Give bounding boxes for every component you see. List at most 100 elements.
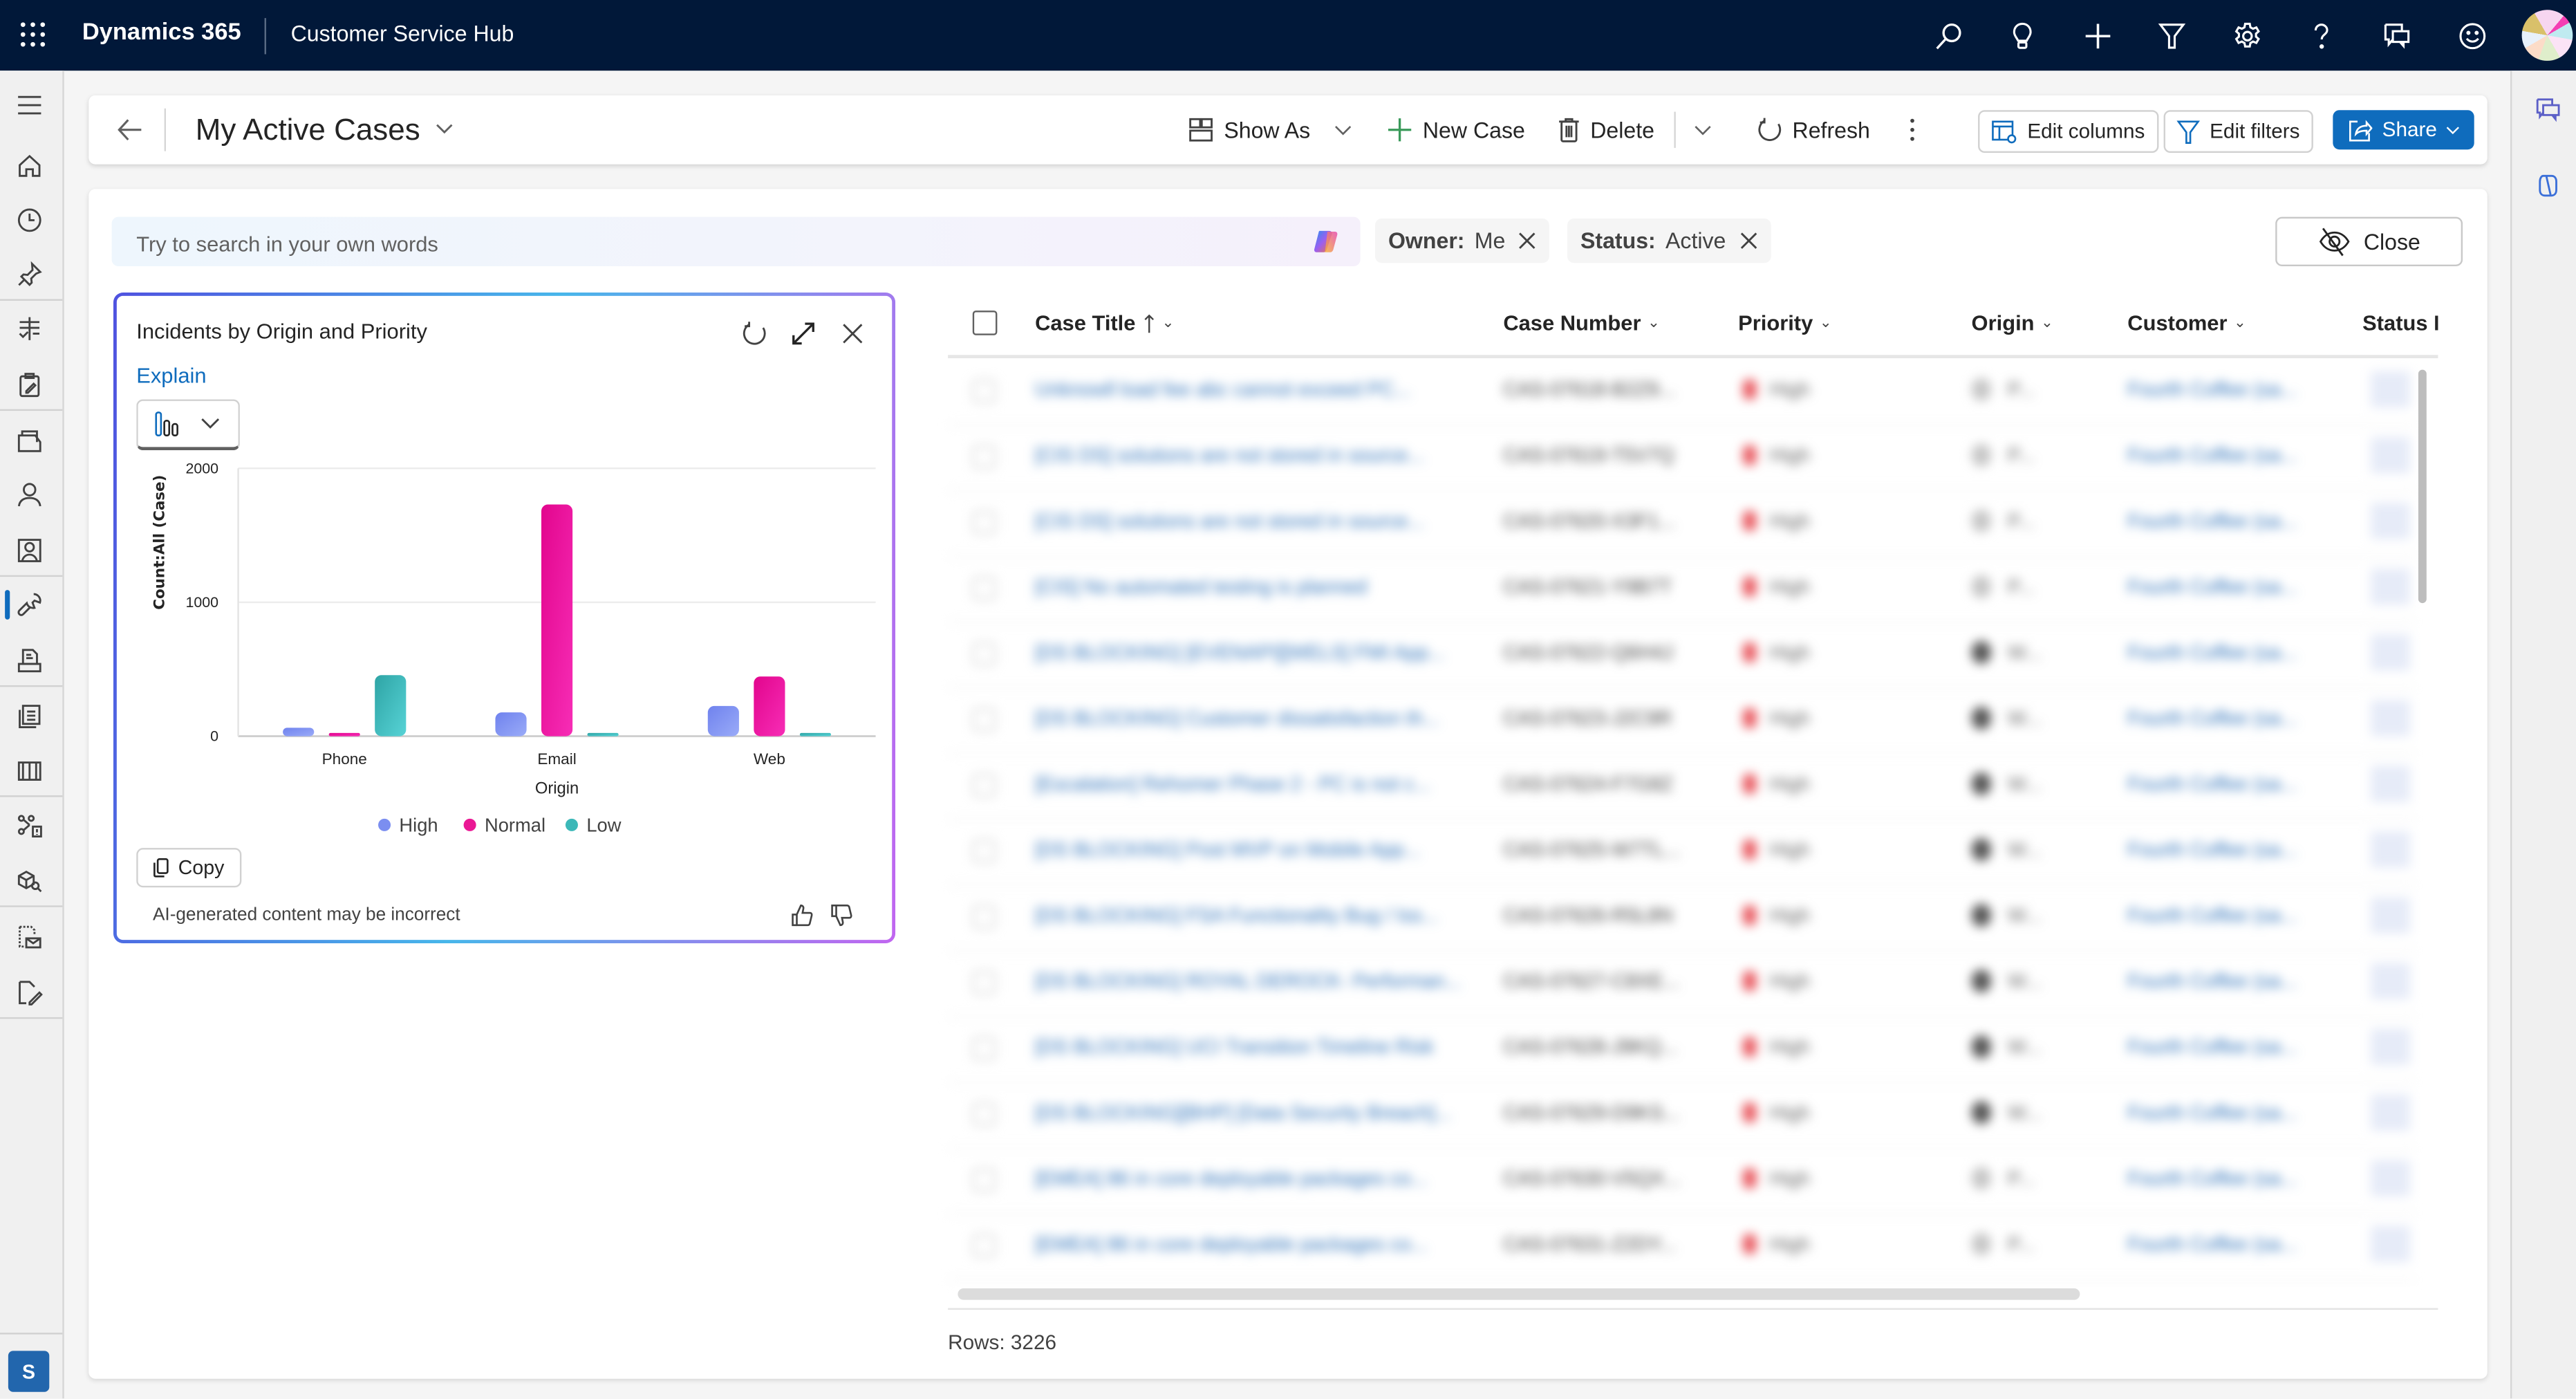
help-icon[interactable]: [2304, 18, 2340, 54]
inbox-icon[interactable]: [15, 646, 44, 676]
customer-link[interactable]: Fourth Coffee (sa...: [2127, 1167, 2297, 1189]
bar-phone-high[interactable]: [283, 728, 315, 736]
documents-icon[interactable]: [15, 702, 44, 732]
copy-button[interactable]: Copy: [136, 848, 242, 888]
row-checkbox[interactable]: [972, 905, 996, 929]
app-launcher-icon[interactable]: [20, 21, 46, 48]
select-all-checkbox[interactable]: [972, 311, 998, 335]
row-checkbox[interactable]: [972, 708, 996, 732]
edit-filters-button[interactable]: Edit filters: [2163, 110, 2313, 153]
case-title-link[interactable]: [DS BLOCKING] Post MVP on Mobile App...: [1035, 838, 1420, 861]
bar-phone-normal[interactable]: [328, 732, 360, 736]
customer-link[interactable]: Fourth Coffee (sa...: [2127, 444, 2297, 467]
row-checkbox[interactable]: [972, 840, 996, 863]
close-visualization-button[interactable]: Close: [2275, 216, 2463, 266]
filter-icon[interactable]: [2154, 18, 2190, 54]
search-icon[interactable]: [1930, 18, 1966, 54]
column-header-case-number[interactable]: Case Number ⌄: [1503, 311, 1660, 335]
copilot-icon[interactable]: [1311, 227, 1341, 257]
bar-web-high[interactable]: [707, 705, 739, 736]
customer-link[interactable]: Fourth Coffee (sa...: [2127, 707, 2297, 730]
chat-icon[interactable]: [2379, 18, 2415, 54]
settings-icon[interactable]: [2230, 18, 2266, 54]
bar-web-low[interactable]: [799, 732, 832, 736]
case-title-link[interactable]: [DS BLOCKING] UCI Transition Timeline Ri…: [1035, 1035, 1434, 1058]
row-checkbox[interactable]: [972, 1234, 996, 1257]
chevron-down-icon[interactable]: [436, 123, 454, 135]
plus-icon[interactable]: [2080, 18, 2116, 54]
dashboard-icon[interactable]: [15, 314, 44, 344]
close-icon[interactable]: [1518, 232, 1536, 250]
thumbs-up-icon[interactable]: [790, 904, 813, 927]
bar-web-normal[interactable]: [754, 676, 785, 736]
customer-link[interactable]: Fourth Coffee (sa...: [2127, 378, 2297, 401]
view-selector-title[interactable]: My Active Cases: [196, 112, 420, 148]
table-row[interactable]: [CIS DS] solutions are not stored in sou…: [948, 490, 2416, 557]
lightbulb-icon[interactable]: [2004, 18, 2040, 54]
back-arrow-icon[interactable]: [115, 115, 144, 145]
table-row[interactable]: [DS BLOCKING][BHP] [Data Security Breach…: [948, 1082, 2416, 1149]
column-header-priority[interactable]: Priority ⌄: [1738, 311, 1832, 335]
case-title-link[interactable]: [DS BLOCKING] Customer dissatisfaction t…: [1035, 707, 1439, 730]
legend-label-high[interactable]: High: [399, 814, 438, 835]
table-row[interactable]: [DS BLOCKING] [EVENAPI][WELS] FMI App...…: [948, 621, 2416, 689]
row-checkbox[interactable]: [972, 774, 996, 797]
expand-icon[interactable]: [790, 320, 816, 346]
brand-name[interactable]: Dynamics 365: [82, 20, 241, 46]
row-checkbox[interactable]: [972, 379, 996, 403]
bar-email-low[interactable]: [587, 732, 619, 736]
app-name[interactable]: Customer Service Hub: [291, 21, 514, 46]
row-checkbox[interactable]: [972, 1102, 996, 1126]
table-row[interactable]: [CIS DS] solutions are not stored in sou…: [948, 424, 2416, 492]
table-row[interactable]: [EMEA] 86 in core deployable packages co…: [948, 1213, 2416, 1281]
network-icon[interactable]: [15, 812, 44, 842]
row-checkbox[interactable]: [972, 1037, 996, 1060]
row-checkbox[interactable]: [972, 511, 996, 535]
customer-link[interactable]: Fourth Coffee (sa...: [2127, 575, 2297, 598]
table-row[interactable]: [CIS] No automated testing is planned CAS…: [948, 555, 2416, 623]
case-title-link[interactable]: [DS BLOCKING] [EVENAPI][WELS] FMI App...: [1035, 641, 1445, 664]
copilot-icon[interactable]: [2535, 173, 2561, 199]
chart-type-dropdown[interactable]: [136, 399, 240, 451]
user-avatar[interactable]: [2521, 10, 2573, 61]
feedback-smiley-icon[interactable]: [2454, 18, 2490, 54]
customer-link[interactable]: Fourth Coffee (sa...: [2127, 838, 2297, 861]
box-key-icon[interactable]: [15, 866, 44, 896]
case-title-link[interactable]: [EMEA] 86 in core deployable packages co…: [1035, 1232, 1427, 1255]
table-row[interactable]: [DS BLOCKING] ROYAL DEROCK- Performan...…: [948, 950, 2416, 1017]
table-row[interactable]: [DS BLOCKING] Post MVP on Mobile App... C…: [948, 818, 2416, 886]
row-checkbox[interactable]: [972, 1168, 996, 1192]
customer-link[interactable]: Fourth Coffee (sa...: [2127, 904, 2297, 927]
customer-link[interactable]: Fourth Coffee (sa...: [2127, 1101, 2297, 1124]
customer-link[interactable]: Fourth Coffee (sa...: [2127, 1232, 2297, 1255]
case-title-link[interactable]: [CIS] No automated testing is planned: [1035, 575, 1367, 598]
case-title-link[interactable]: [EMEA] 86 in core deployable packages co…: [1035, 1167, 1427, 1189]
wrench-icon[interactable]: [15, 590, 44, 620]
column-header-customer[interactable]: Customer ⌄: [2127, 311, 2246, 335]
more-commands-dropdown[interactable]: [1694, 113, 1721, 147]
close-icon[interactable]: [839, 320, 866, 346]
contact-card-icon[interactable]: [15, 536, 44, 566]
clock-icon[interactable]: [15, 205, 44, 235]
home-icon[interactable]: [15, 151, 44, 181]
table-row[interactable]: Unknowll load fee abc cannot exceed PC..…: [948, 358, 2416, 426]
case-title-link[interactable]: [DS BLOCKING] ROYAL DEROCK- Performan...: [1035, 970, 1461, 992]
table-row[interactable]: [DS BLOCKING] FSA Functionality Bug / Is…: [948, 884, 2416, 952]
row-checkbox[interactable]: [972, 445, 996, 469]
refresh-button[interactable]: Refresh: [1756, 113, 1870, 147]
customer-link[interactable]: Fourth Coffee (sa...: [2127, 970, 2297, 992]
person-icon[interactable]: [15, 480, 44, 510]
horizontal-scrollbar[interactable]: [958, 1288, 2080, 1300]
customer-link[interactable]: Fourth Coffee (sa...: [2127, 510, 2297, 532]
clipboard-icon[interactable]: [15, 370, 44, 400]
customer-link[interactable]: Fourth Coffee (sa...: [2127, 1035, 2297, 1058]
overflow-menu-button[interactable]: [1909, 113, 1925, 147]
filter-chip-status[interactable]: Status: Active: [1567, 219, 1771, 263]
column-header-origin[interactable]: Origin ⌄: [1972, 311, 2053, 335]
table-row[interactable]: [Escalation] Rehomer Phase 2 - PC is not…: [948, 752, 2416, 820]
page-edit-icon[interactable]: [15, 978, 44, 1008]
row-checkbox[interactable]: [972, 971, 996, 994]
table-row[interactable]: [DS BLOCKING] Customer dissatisfaction t…: [948, 687, 2416, 754]
hamburger-icon[interactable]: [15, 91, 44, 120]
row-checkbox[interactable]: [972, 577, 996, 600]
